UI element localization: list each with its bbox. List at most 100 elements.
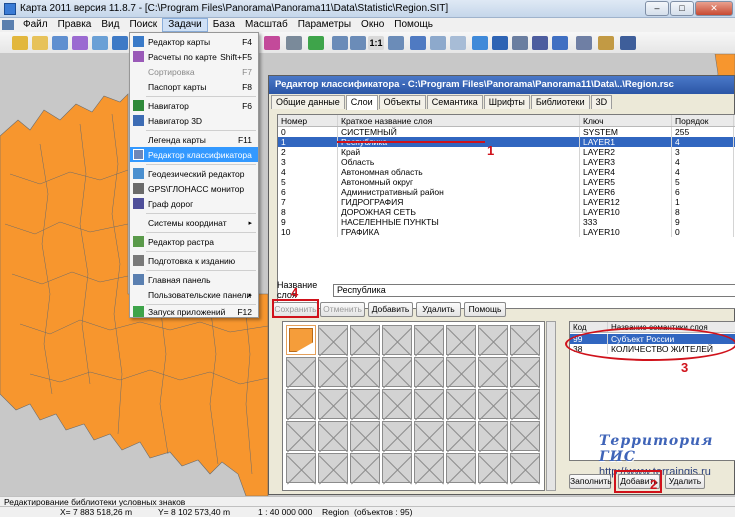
menu-item-navigator-3d[interactable]: Навигатор 3D <box>130 113 258 128</box>
symbol-cell[interactable] <box>478 421 508 451</box>
menu-item-coordinate-systems[interactable]: Системы координат ▸ <box>130 215 258 230</box>
menu-view[interactable]: Вид <box>96 18 124 32</box>
add-layer-button[interactable]: Добавить <box>368 302 413 317</box>
tab-3d[interactable]: 3D <box>590 95 613 109</box>
cancel-button[interactable]: Отменить <box>320 302 365 317</box>
symbol-cell[interactable] <box>478 357 508 387</box>
menu-item-user-panels[interactable]: Пользовательские панели ▸ <box>130 287 258 302</box>
symbol-cell[interactable] <box>318 389 348 419</box>
symbol-cell[interactable] <box>286 421 316 451</box>
cursor-icon[interactable] <box>450 36 466 50</box>
symbol-library-panel[interactable] <box>282 321 545 491</box>
symbol-cell[interactable] <box>414 453 444 483</box>
symbol-cell[interactable] <box>446 421 476 451</box>
symbol-cell[interactable] <box>478 325 508 355</box>
menu-item-map-calculations[interactable]: Расчеты по карте Shift+F5 <box>130 49 258 64</box>
menu-item-main-panel[interactable]: Главная панель <box>130 272 258 287</box>
symbol-cell-selected[interactable] <box>286 325 316 355</box>
symbol-cell[interactable] <box>350 453 380 483</box>
table-row[interactable]: 2 Край LAYER2 3 1 <box>278 147 735 157</box>
symbol-cell[interactable] <box>382 357 412 387</box>
symbol-cell[interactable] <box>510 389 540 419</box>
table-row[interactable]: 0 СИСТЕМНЫЙ SYSTEM 255 <box>278 127 735 137</box>
table-row[interactable]: 8 ДОРОЖНАЯ СЕТЬ LAYER10 8 0 <box>278 207 735 217</box>
delete-semantic-button[interactable]: Удалить <box>665 474 705 489</box>
symbol-cell[interactable] <box>414 357 444 387</box>
menu-item-print-prep[interactable]: Подготовка к изданию <box>130 253 258 268</box>
zoom-out-icon[interactable] <box>350 36 366 50</box>
grid-icon[interactable] <box>492 36 508 50</box>
select-icon[interactable] <box>112 36 128 50</box>
symbol-cell[interactable] <box>382 389 412 419</box>
column-header-key[interactable]: Ключ <box>580 115 672 126</box>
tab-fonts[interactable]: Шрифты <box>483 95 530 109</box>
legend-icon[interactable] <box>598 36 614 50</box>
menu-item-sorting[interactable]: Сортировка F7 <box>130 64 258 79</box>
column-header-order[interactable]: Порядок <box>672 115 734 126</box>
menu-parameters[interactable]: Параметры <box>293 18 356 32</box>
symbol-cell[interactable] <box>382 421 412 451</box>
symbol-cell[interactable] <box>510 357 540 387</box>
menu-tasks[interactable]: Задачи <box>162 18 208 32</box>
symbol-cell[interactable] <box>318 357 348 387</box>
symbol-cell[interactable] <box>510 453 540 483</box>
symbol-cell[interactable] <box>350 389 380 419</box>
zoom-region-icon[interactable] <box>388 36 404 50</box>
document-icon[interactable] <box>2 20 14 30</box>
symbol-cell[interactable] <box>382 453 412 483</box>
symbol-cell[interactable] <box>446 389 476 419</box>
window-titlebar[interactable]: Карта 2011 версия 11.8.7 - [C:\Program F… <box>0 0 735 18</box>
symbol-cell[interactable] <box>382 325 412 355</box>
symbol-cell[interactable] <box>350 421 380 451</box>
symbol-cell[interactable] <box>446 357 476 387</box>
maximize-button[interactable]: □ <box>670 1 694 16</box>
layers-table[interactable]: Номер Краткое название слоя Ключ Порядок… <box>277 114 735 309</box>
symbol-cell[interactable] <box>446 325 476 355</box>
menu-window[interactable]: Окно <box>356 18 389 32</box>
zoom-one-to-one-icon[interactable]: 1:1 <box>368 36 384 50</box>
menu-item-map-passport[interactable]: Паспорт карты F8 <box>130 79 258 94</box>
help-button[interactable]: Помощь <box>464 302 506 317</box>
column-header-number[interactable]: Номер <box>278 115 338 126</box>
menu-item-road-graph[interactable]: Граф дорог <box>130 196 258 211</box>
print-icon[interactable] <box>72 36 88 50</box>
symbol-cell[interactable] <box>350 325 380 355</box>
layers-icon[interactable] <box>512 36 528 50</box>
new-file-icon[interactable] <box>12 36 28 50</box>
tab-layers[interactable]: Слои <box>345 95 378 110</box>
symbol-cell[interactable] <box>318 421 348 451</box>
menu-item-gps-monitor[interactable]: GPS\ГЛОНАСС монитор <box>130 181 258 196</box>
tab-libraries[interactable]: Библиотеки <box>530 95 590 109</box>
symbol-cell[interactable] <box>414 421 444 451</box>
symbol-cell[interactable] <box>478 389 508 419</box>
menu-help[interactable]: Помощь <box>389 18 438 32</box>
save-icon[interactable] <box>52 36 68 50</box>
menu-edit[interactable]: Правка <box>53 18 97 32</box>
menu-search[interactable]: Поиск <box>124 18 162 32</box>
brush-icon[interactable] <box>264 36 280 50</box>
menu-item-raster-editor[interactable]: Редактор растра <box>130 234 258 249</box>
menu-item-geodesy-editor[interactable]: Геодезический редактор <box>130 166 258 181</box>
layer-name-field[interactable]: Республика <box>333 283 735 297</box>
symbol-cell[interactable] <box>414 389 444 419</box>
symbol-cell[interactable] <box>414 325 444 355</box>
symbol-cell[interactable] <box>350 357 380 387</box>
paint-icon[interactable] <box>576 36 592 50</box>
symbol-cell[interactable] <box>510 421 540 451</box>
copy-icon[interactable] <box>92 36 108 50</box>
symbol-cell[interactable] <box>286 389 316 419</box>
measure-icon[interactable] <box>430 36 446 50</box>
tab-objects[interactable]: Объекты <box>378 95 426 109</box>
menu-item-map-editor[interactable]: Редактор карты F4 <box>130 34 258 49</box>
table-row[interactable]: 7 ГИДРОГРАФИЯ LAYER12 1 1 <box>278 197 735 207</box>
table-row[interactable]: 10 ГРАФИКА LAYER10 0 <box>278 227 735 237</box>
menu-item-classifier-editor[interactable]: Редактор классификатора <box>130 147 258 162</box>
symbol-panel-scrollbar[interactable] <box>546 321 556 491</box>
symbol-cell[interactable] <box>510 325 540 355</box>
symbol-cell[interactable] <box>286 453 316 483</box>
menu-item-launch-apps[interactable]: Запуск приложений F12 <box>130 304 258 319</box>
table-row[interactable]: 9 НАСЕЛЕННЫЕ ПУНКТЫ 333 9 <box>278 217 735 227</box>
minimize-button[interactable]: – <box>645 1 669 16</box>
delete-layer-button[interactable]: Удалить <box>416 302 461 317</box>
text-icon[interactable] <box>532 36 548 50</box>
